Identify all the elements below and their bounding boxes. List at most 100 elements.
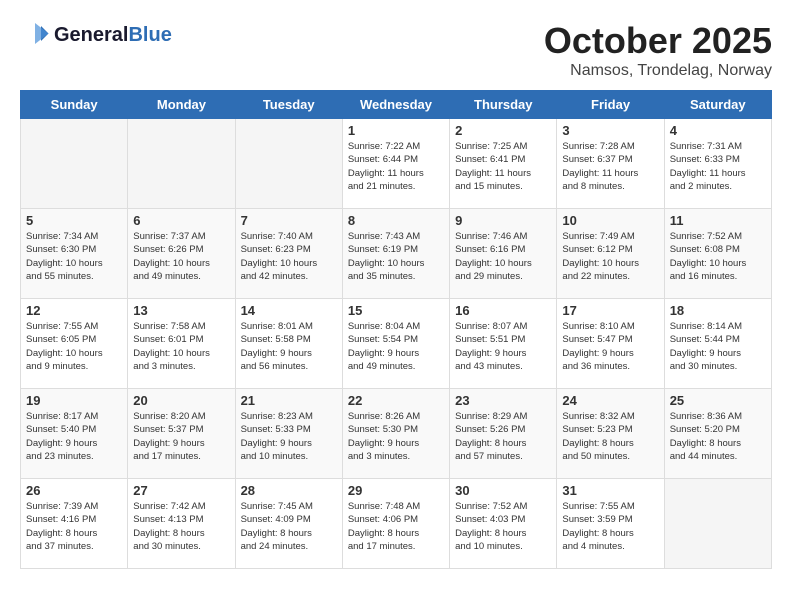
calendar-cell: 27 Sunrise: 7:42 AM Sunset: 4:13 PM Dayli… [128,479,235,569]
day-info: Sunrise: 7:49 AM Sunset: 6:12 PM Dayligh… [562,230,658,283]
day-number: 4 [670,123,766,138]
day-number: 6 [133,213,229,228]
day-number: 24 [562,393,658,408]
day-info: Sunrise: 7:46 AM Sunset: 6:16 PM Dayligh… [455,230,551,283]
day-number: 9 [455,213,551,228]
day-info: Sunrise: 8:36 AM Sunset: 5:20 PM Dayligh… [670,410,766,463]
weekday-header-sunday: Sunday [21,91,128,119]
day-number: 13 [133,303,229,318]
day-info: Sunrise: 8:01 AM Sunset: 5:58 PM Dayligh… [241,320,337,373]
calendar-cell: 10 Sunrise: 7:49 AM Sunset: 6:12 PM Dayli… [557,209,664,299]
logo-text: GeneralBlue [54,24,172,47]
day-number: 1 [348,123,444,138]
weekday-header-thursday: Thursday [450,91,557,119]
calendar-cell: 28 Sunrise: 7:45 AM Sunset: 4:09 PM Dayli… [235,479,342,569]
calendar-cell: 29 Sunrise: 7:48 AM Sunset: 4:06 PM Dayli… [342,479,449,569]
day-info: Sunrise: 7:42 AM Sunset: 4:13 PM Dayligh… [133,500,229,553]
month-title: October 2025 [544,20,772,62]
day-number: 18 [670,303,766,318]
day-number: 2 [455,123,551,138]
calendar-cell: 31Sunrise: 7:55 AM Sunset: 3:59 PM Dayli… [557,479,664,569]
calendar-cell: 13 Sunrise: 7:58 AM Sunset: 6:01 PM Dayli… [128,299,235,389]
calendar-week-row: 1Sunrise: 7:22 AM Sunset: 6:44 PM Daylig… [21,119,772,209]
calendar-cell: 23 Sunrise: 8:29 AM Sunset: 5:26 PM Dayli… [450,389,557,479]
calendar-cell: 24 Sunrise: 8:32 AM Sunset: 5:23 PM Dayli… [557,389,664,479]
calendar-table: SundayMondayTuesdayWednesdayThursdayFrid… [20,90,772,569]
day-number: 11 [670,213,766,228]
day-number: 30 [455,483,551,498]
day-info: Sunrise: 7:45 AM Sunset: 4:09 PM Dayligh… [241,500,337,553]
day-info: Sunrise: 7:43 AM Sunset: 6:19 PM Dayligh… [348,230,444,283]
day-info: Sunrise: 7:58 AM Sunset: 6:01 PM Dayligh… [133,320,229,373]
calendar-cell [235,119,342,209]
day-info: Sunrise: 8:10 AM Sunset: 5:47 PM Dayligh… [562,320,658,373]
calendar-cell [128,119,235,209]
day-info: Sunrise: 7:39 AM Sunset: 4:16 PM Dayligh… [26,500,122,553]
calendar-cell: 8 Sunrise: 7:43 AM Sunset: 6:19 PM Daylig… [342,209,449,299]
page-header: GeneralBlue October 2025 Namsos, Trondel… [20,20,772,80]
day-info: Sunrise: 7:55 AM Sunset: 3:59 PM Dayligh… [562,500,658,553]
day-number: 23 [455,393,551,408]
day-info: Sunrise: 7:28 AM Sunset: 6:37 PM Dayligh… [562,140,658,193]
location-subtitle: Namsos, Trondelag, Norway [544,62,772,80]
title-section: October 2025 Namsos, Trondelag, Norway [544,20,772,80]
day-info: Sunrise: 8:26 AM Sunset: 5:30 PM Dayligh… [348,410,444,463]
day-info: Sunrise: 8:20 AM Sunset: 5:37 PM Dayligh… [133,410,229,463]
calendar-cell: 5Sunrise: 7:34 AM Sunset: 6:30 PM Daylig… [21,209,128,299]
day-number: 27 [133,483,229,498]
day-info: Sunrise: 8:07 AM Sunset: 5:51 PM Dayligh… [455,320,551,373]
calendar-cell: 6Sunrise: 7:37 AM Sunset: 6:26 PM Daylig… [128,209,235,299]
calendar-week-row: 26Sunrise: 7:39 AM Sunset: 4:16 PM Dayli… [21,479,772,569]
calendar-cell: 26Sunrise: 7:39 AM Sunset: 4:16 PM Dayli… [21,479,128,569]
day-number: 12 [26,303,122,318]
day-number: 10 [562,213,658,228]
day-number: 20 [133,393,229,408]
calendar-cell: 4 Sunrise: 7:31 AM Sunset: 6:33 PM Daylig… [664,119,771,209]
calendar-cell: 18 Sunrise: 8:14 AM Sunset: 5:44 PM Dayli… [664,299,771,389]
day-info: Sunrise: 8:04 AM Sunset: 5:54 PM Dayligh… [348,320,444,373]
weekday-header-friday: Friday [557,91,664,119]
day-info: Sunrise: 7:48 AM Sunset: 4:06 PM Dayligh… [348,500,444,553]
calendar-cell: 17Sunrise: 8:10 AM Sunset: 5:47 PM Dayli… [557,299,664,389]
day-number: 19 [26,393,122,408]
day-number: 29 [348,483,444,498]
calendar-cell: 20 Sunrise: 8:20 AM Sunset: 5:37 PM Dayli… [128,389,235,479]
calendar-week-row: 12 Sunrise: 7:55 AM Sunset: 6:05 PM Dayli… [21,299,772,389]
day-info: Sunrise: 8:14 AM Sunset: 5:44 PM Dayligh… [670,320,766,373]
calendar-cell: 11 Sunrise: 7:52 AM Sunset: 6:08 PM Dayli… [664,209,771,299]
logo-icon [20,20,50,50]
weekday-header-tuesday: Tuesday [235,91,342,119]
calendar-cell: 21Sunrise: 8:23 AM Sunset: 5:33 PM Dayli… [235,389,342,479]
calendar-cell: 16Sunrise: 8:07 AM Sunset: 5:51 PM Dayli… [450,299,557,389]
calendar-cell: 12 Sunrise: 7:55 AM Sunset: 6:05 PM Dayli… [21,299,128,389]
calendar-cell: 22Sunrise: 8:26 AM Sunset: 5:30 PM Dayli… [342,389,449,479]
day-number: 5 [26,213,122,228]
calendar-cell: 9 Sunrise: 7:46 AM Sunset: 6:16 PM Daylig… [450,209,557,299]
day-info: Sunrise: 7:55 AM Sunset: 6:05 PM Dayligh… [26,320,122,373]
calendar-cell: 2 Sunrise: 7:25 AM Sunset: 6:41 PM Daylig… [450,119,557,209]
calendar-cell: 19 Sunrise: 8:17 AM Sunset: 5:40 PM Dayli… [21,389,128,479]
calendar-cell: 3 Sunrise: 7:28 AM Sunset: 6:37 PM Daylig… [557,119,664,209]
calendar-cell: 14 Sunrise: 8:01 AM Sunset: 5:58 PM Dayli… [235,299,342,389]
day-info: Sunrise: 7:25 AM Sunset: 6:41 PM Dayligh… [455,140,551,193]
calendar-cell: 7Sunrise: 7:40 AM Sunset: 6:23 PM Daylig… [235,209,342,299]
day-number: 14 [241,303,337,318]
day-info: Sunrise: 7:52 AM Sunset: 6:08 PM Dayligh… [670,230,766,283]
day-info: Sunrise: 7:31 AM Sunset: 6:33 PM Dayligh… [670,140,766,193]
day-info: Sunrise: 8:17 AM Sunset: 5:40 PM Dayligh… [26,410,122,463]
day-number: 8 [348,213,444,228]
calendar-cell [664,479,771,569]
day-number: 3 [562,123,658,138]
calendar-header-row: SundayMondayTuesdayWednesdayThursdayFrid… [21,91,772,119]
day-info: Sunrise: 8:32 AM Sunset: 5:23 PM Dayligh… [562,410,658,463]
calendar-cell [21,119,128,209]
calendar-cell: 25 Sunrise: 8:36 AM Sunset: 5:20 PM Dayli… [664,389,771,479]
logo: GeneralBlue [20,20,172,50]
day-number: 25 [670,393,766,408]
day-info: Sunrise: 7:52 AM Sunset: 4:03 PM Dayligh… [455,500,551,553]
day-info: Sunrise: 8:29 AM Sunset: 5:26 PM Dayligh… [455,410,551,463]
calendar-cell: 15Sunrise: 8:04 AM Sunset: 5:54 PM Dayli… [342,299,449,389]
calendar-cell: 1Sunrise: 7:22 AM Sunset: 6:44 PM Daylig… [342,119,449,209]
day-number: 28 [241,483,337,498]
day-number: 21 [241,393,337,408]
